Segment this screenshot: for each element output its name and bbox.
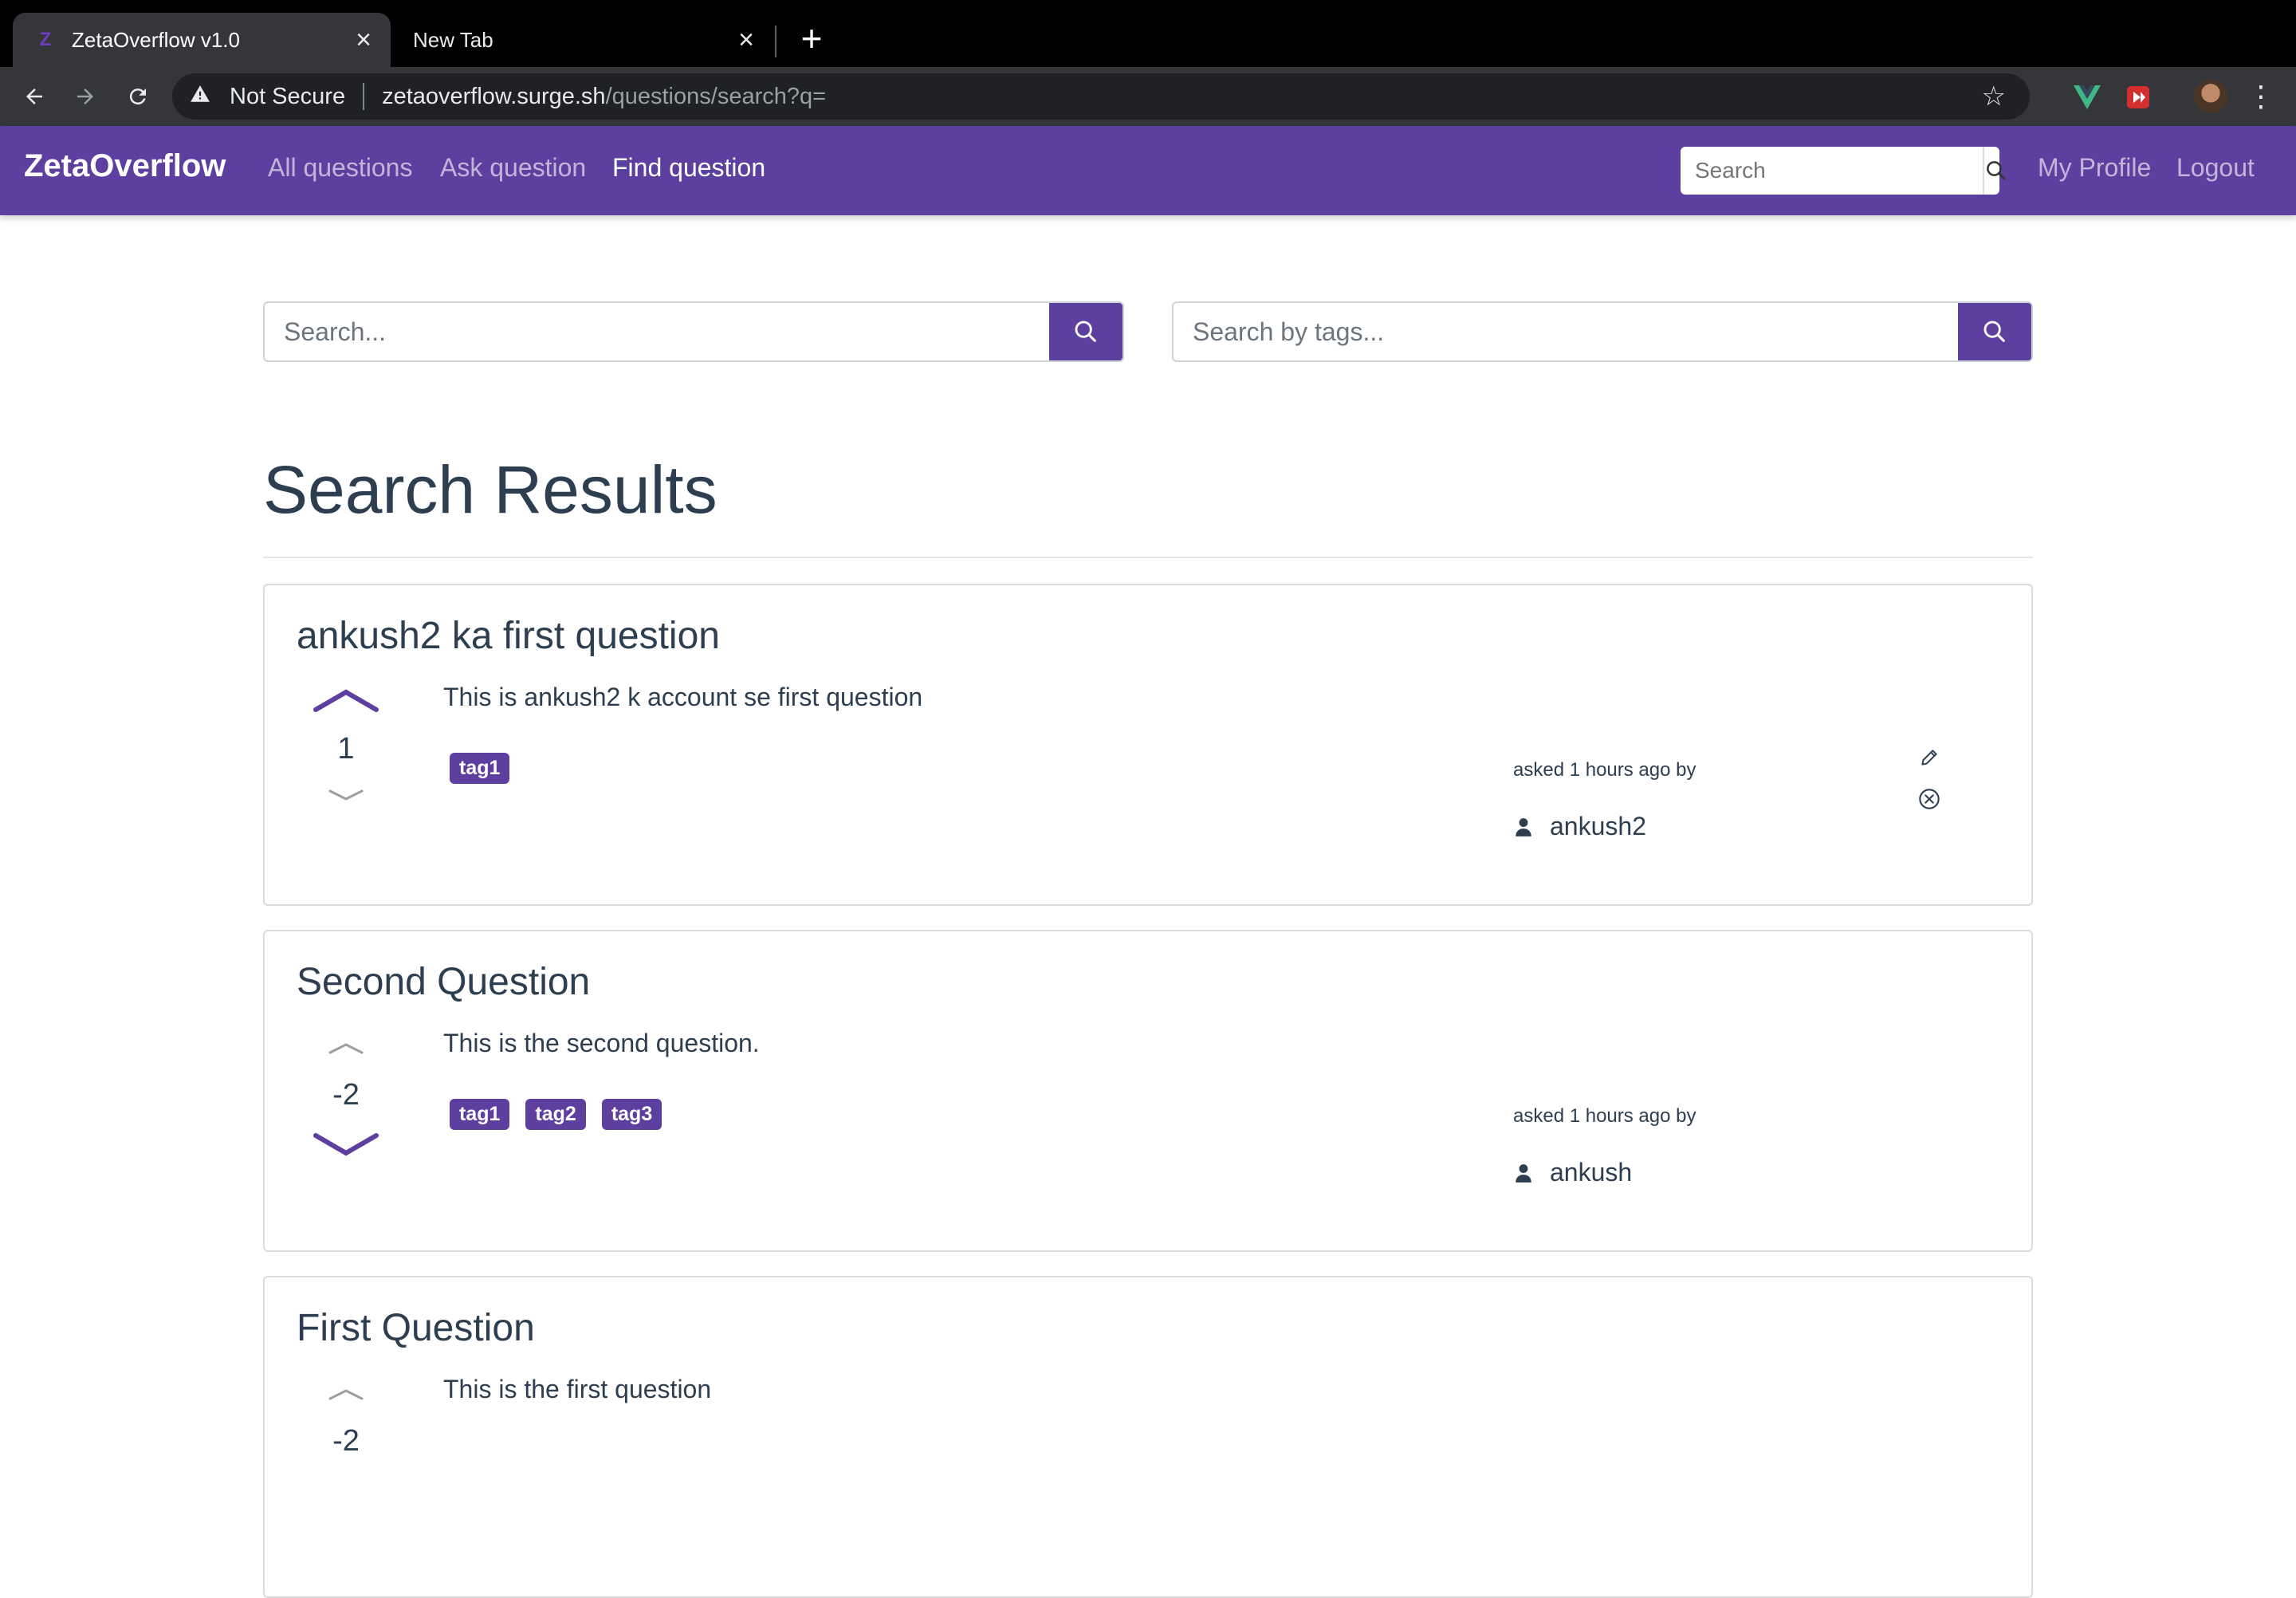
question-title[interactable]: ankush2 ka first question: [297, 614, 720, 658]
url-host: zetaoverflow.surge.sh: [382, 83, 606, 109]
user-icon: [1516, 1163, 1531, 1183]
close-tab-icon[interactable]: ×: [730, 24, 762, 56]
tab-new-tab[interactable]: New Tab ×: [391, 13, 773, 67]
asked-meta: asked 1 hours ago by: [1513, 759, 1696, 781]
asked-meta: asked 1 hours ago by: [1513, 1105, 1696, 1127]
delete-circle-x-icon[interactable]: [1917, 786, 1942, 812]
search-row: [263, 301, 2033, 362]
security-label[interactable]: Not Secure: [230, 84, 345, 110]
browser-tab-bar: Z ZetaOverflow v1.0 × New Tab × +: [0, 0, 2296, 67]
nav-logout[interactable]: Logout: [2176, 153, 2255, 183]
question-body: This is the first question: [443, 1375, 712, 1403]
search-icon: [1075, 321, 1096, 342]
heading-divider: [263, 557, 2033, 558]
browser-toolbar: Not Secure zetaoverflow.surge.sh/questio…: [0, 67, 2296, 126]
tag-badge[interactable]: tag1: [450, 753, 510, 784]
tag-badge[interactable]: tag1: [450, 1099, 510, 1130]
user-icon: [1516, 817, 1531, 836]
vue-extension-icon[interactable]: [2071, 81, 2103, 113]
question-card: First Question -2 This is the first ques…: [263, 1276, 2033, 1598]
question-body: This is ankush2 k account se first quest…: [443, 683, 923, 711]
omnibox-divider: [363, 83, 365, 110]
zeta-favicon-icon: Z: [39, 29, 52, 50]
question-actions: [1917, 745, 1942, 828]
search-icon: [1983, 321, 2005, 342]
tag-search-input[interactable]: [1174, 303, 1958, 360]
question-title[interactable]: Second Question: [297, 960, 590, 1004]
tag-list: tag1 tag2 tag3: [450, 1099, 662, 1130]
author-name: ankush2: [1550, 812, 1646, 840]
text-search-button[interactable]: [1049, 303, 1122, 360]
question-title[interactable]: First Question: [297, 1306, 535, 1350]
vote-count: -2: [332, 1424, 360, 1458]
question-body: This is the second question.: [443, 1029, 760, 1057]
edit-pencil-icon[interactable]: [1917, 745, 1942, 770]
tag-badge[interactable]: tag3: [601, 1099, 662, 1130]
new-tab-plus-icon[interactable]: +: [794, 20, 829, 57]
brand-logo[interactable]: ZetaOverflow: [24, 148, 226, 184]
address-bar[interactable]: Not Secure zetaoverflow.surge.sh/questio…: [172, 73, 2030, 120]
author-name: ankush: [1550, 1158, 1633, 1187]
url-path: /questions/search?q=: [605, 83, 827, 109]
nav-ask-question[interactable]: Ask question: [440, 153, 586, 183]
nav-all-questions[interactable]: All questions: [268, 153, 412, 183]
tag-list: tag1: [450, 753, 510, 784]
tab-title: New Tab: [413, 27, 493, 52]
downvote-icon[interactable]: [313, 781, 379, 813]
upvote-icon[interactable]: [313, 1378, 379, 1410]
vote-count: 1: [337, 732, 355, 766]
navbar-search-input[interactable]: [1681, 147, 1983, 195]
nav-my-profile[interactable]: My Profile: [2038, 153, 2151, 183]
question-author[interactable]: ankush: [1513, 1158, 1632, 1187]
vote-count: -2: [332, 1078, 360, 1112]
text-search: [263, 301, 1124, 362]
question-card: ankush2 ka first question 1 This is anku…: [263, 584, 2033, 906]
upvote-icon[interactable]: [313, 686, 379, 718]
question-author[interactable]: ankush2: [1513, 812, 1646, 841]
upvote-icon[interactable]: [313, 1032, 379, 1064]
reload-icon[interactable]: [120, 78, 156, 115]
tag-search: [1172, 301, 2033, 362]
navbar-search: [1681, 147, 2006, 195]
tab-title: ZetaOverflow v1.0: [72, 27, 240, 52]
app-navbar: ZetaOverflow All questions Ask question …: [0, 126, 2296, 215]
avatar[interactable]: [2194, 80, 2227, 113]
tag-badge[interactable]: tag2: [525, 1099, 586, 1130]
tag-search-button[interactable]: [1958, 303, 2031, 360]
tab-zetaoverflow[interactable]: Z ZetaOverflow v1.0 ×: [13, 13, 391, 67]
navbar-search-button[interactable]: [1983, 147, 2008, 195]
warning-icon: [190, 84, 218, 110]
nav-find-question[interactable]: Find question: [612, 153, 765, 183]
page-title: Search Results: [263, 452, 718, 527]
star-icon[interactable]: ☆: [1982, 81, 2006, 112]
question-card: Second Question -2 This is the second qu…: [263, 930, 2033, 1252]
forward-icon[interactable]: [67, 78, 104, 115]
back-icon[interactable]: [16, 78, 53, 115]
tab-divider: [775, 26, 776, 57]
search-icon: [1987, 161, 2006, 180]
downvote-icon[interactable]: [313, 1128, 379, 1159]
text-search-input[interactable]: [265, 303, 1049, 360]
red-extension-icon[interactable]: [2122, 81, 2154, 113]
menu-icon[interactable]: ⋮: [2245, 78, 2277, 115]
close-tab-icon[interactable]: ×: [348, 24, 379, 56]
